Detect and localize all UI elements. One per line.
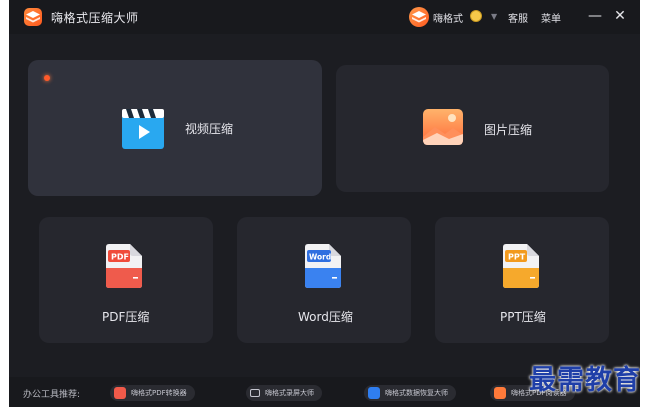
svg-text:Word: Word <box>309 253 331 262</box>
word-compress-label: Word压缩 <box>298 310 353 324</box>
svg-text:PDF: PDF <box>111 253 129 262</box>
pdf-compress-card[interactable]: PDF PDF压缩 <box>39 217 213 343</box>
close-button[interactable]: ✕ <box>611 7 629 25</box>
chevron-down-icon[interactable]: ▼ <box>491 12 497 21</box>
tool-label: 嗨格式录屏大师 <box>265 389 314 397</box>
video-compress-label: 视频压缩 <box>185 122 234 136</box>
word-icon: Word <box>305 244 341 288</box>
word-compress-card[interactable]: Word Word压缩 <box>237 217 411 343</box>
screen-recorder-icon <box>250 389 260 397</box>
pdf-reader-icon <box>494 387 506 399</box>
video-compress-card[interactable]: 视频压缩 <box>28 60 322 196</box>
customer-service-link[interactable]: 客服 <box>508 10 528 25</box>
watermark-text: 最需教育 <box>529 365 641 396</box>
ppt-compress-card[interactable]: PPT PPT压缩 <box>435 217 609 343</box>
pdf-compress-label: PDF压缩 <box>102 310 150 324</box>
image-compress-label: 图片压缩 <box>484 123 533 137</box>
active-indicator-dot <box>44 75 50 81</box>
app-title: 嗨格式压缩大师 <box>51 11 139 25</box>
pdf-converter-icon <box>114 387 126 399</box>
ppt-compress-label: PPT压缩 <box>500 310 546 324</box>
app-logo-icon <box>24 8 42 26</box>
avatar[interactable] <box>409 7 429 27</box>
data-recovery-icon <box>368 387 380 399</box>
tool-data-recovery-button[interactable]: 嗨格式数据恢复大师 <box>364 385 456 401</box>
minimize-button[interactable]: — <box>586 7 604 25</box>
username[interactable]: 嗨格式 <box>433 10 463 25</box>
image-compress-card[interactable]: 图片压缩 <box>336 65 609 192</box>
tool-screen-recorder-button[interactable]: 嗨格式录屏大师 <box>246 385 322 401</box>
tool-pdf-converter-button[interactable]: 嗨格式PDF转换器 <box>110 385 195 401</box>
video-icon <box>122 109 164 149</box>
tool-label: 嗨格式数据恢复大师 <box>385 389 448 397</box>
menu-link[interactable]: 菜单 <box>541 10 561 25</box>
pdf-icon: PDF <box>106 244 142 288</box>
recommend-label: 办公工具推荐: <box>23 390 81 400</box>
tool-label: 嗨格式PDF转换器 <box>131 389 187 397</box>
coin-icon <box>470 10 482 22</box>
app-window: 嗨格式压缩大师 嗨格式 ▼ 客服 菜单 — ✕ 视频压缩 图片压缩 PDF PD… <box>9 0 640 407</box>
svg-text:PPT: PPT <box>508 253 526 262</box>
title-bar: 嗨格式压缩大师 嗨格式 ▼ 客服 菜单 — ✕ <box>9 0 640 34</box>
ppt-icon: PPT <box>503 244 539 288</box>
image-icon <box>423 109 463 145</box>
